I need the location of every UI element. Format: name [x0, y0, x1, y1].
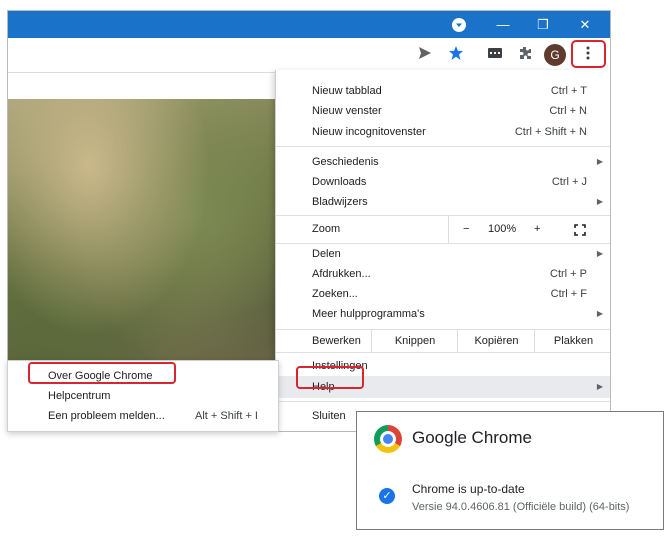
menu-item-more-tools[interactable]: Meer hulpprogramma's ▶	[276, 304, 610, 324]
copy-button[interactable]: Kopiëren	[457, 330, 535, 352]
menu-item-bookmarks[interactable]: Bladwijzers ▶	[276, 192, 610, 212]
close-button[interactable]: ✕	[566, 11, 604, 38]
paste-button[interactable]: Plakken	[534, 330, 610, 352]
chrome-main-menu: Nieuw tabblad Ctrl + T Nieuw venster Ctr…	[275, 70, 610, 431]
about-title: Google Chrome	[412, 428, 533, 447]
title-bar: — ❐ ✕	[8, 11, 610, 38]
minimize-button[interactable]: —	[484, 11, 522, 38]
maximize-button[interactable]: ❐	[524, 11, 562, 38]
submenu-item-help-center[interactable]: Helpcentrum	[8, 386, 278, 406]
zoom-divider	[448, 215, 449, 243]
menu-item-new-window[interactable]: Nieuw venster Ctrl + N	[276, 101, 610, 121]
menu-item-downloads[interactable]: Downloads Ctrl + J	[276, 172, 610, 192]
menu-button-highlight	[571, 40, 606, 68]
fullscreen-icon[interactable]	[574, 223, 586, 243]
profile-dropdown-icon[interactable]	[440, 11, 478, 38]
about-highlight	[28, 362, 176, 384]
menu-item-edit: Bewerken Knippen Kopiëren Plakken	[276, 330, 610, 352]
avatar[interactable]: G	[544, 44, 566, 66]
submenu-arrow-icon: ▶	[596, 197, 603, 206]
star-icon[interactable]	[446, 45, 466, 65]
cut-button[interactable]: Knippen	[371, 330, 458, 352]
menu-separator	[276, 401, 610, 402]
help-highlight	[296, 366, 364, 389]
menu-item-zoom: Zoom − 100% +	[276, 215, 610, 243]
zoom-in-button[interactable]: +	[534, 219, 540, 239]
menu-separator	[276, 146, 610, 147]
menu-item-incognito[interactable]: Nieuw incognitovenster Ctrl + Shift + N	[276, 122, 610, 142]
submenu-arrow-icon: ▶	[596, 382, 603, 391]
menu-item-new-tab[interactable]: Nieuw tabblad Ctrl + T	[276, 81, 610, 101]
browser-toolbar: G	[8, 38, 610, 73]
menu-item-print[interactable]: Afdrukken... Ctrl + P	[276, 264, 610, 284]
chrome-logo-icon	[374, 425, 402, 453]
extensions-icon[interactable]	[515, 45, 535, 65]
submenu-arrow-icon: ▶	[596, 157, 603, 166]
check-icon: ✓	[379, 488, 395, 504]
menu-item-find[interactable]: Zoeken... Ctrl + F	[276, 284, 610, 304]
version-text: Versie 94.0.4606.81 (Officiële build) (6…	[412, 501, 630, 513]
media-icon[interactable]	[485, 45, 505, 65]
submenu-item-report[interactable]: Een probleem melden... Alt + Shift + I	[8, 406, 278, 426]
menu-item-history[interactable]: Geschiedenis ▶	[276, 152, 610, 172]
menu-item-share[interactable]: Delen ▶	[276, 244, 610, 264]
menu-separator	[276, 215, 610, 216]
submenu-arrow-icon: ▶	[596, 249, 603, 258]
submenu-arrow-icon: ▶	[596, 309, 603, 318]
update-status: Chrome is up-to-date	[412, 482, 525, 496]
zoom-out-button[interactable]: −	[463, 219, 469, 239]
send-icon[interactable]	[415, 45, 435, 65]
about-chrome-dialog: Google Chrome ✓ Chrome is up-to-date Ver…	[356, 411, 664, 530]
zoom-level: 100%	[488, 223, 517, 235]
menu-separator	[276, 352, 610, 353]
